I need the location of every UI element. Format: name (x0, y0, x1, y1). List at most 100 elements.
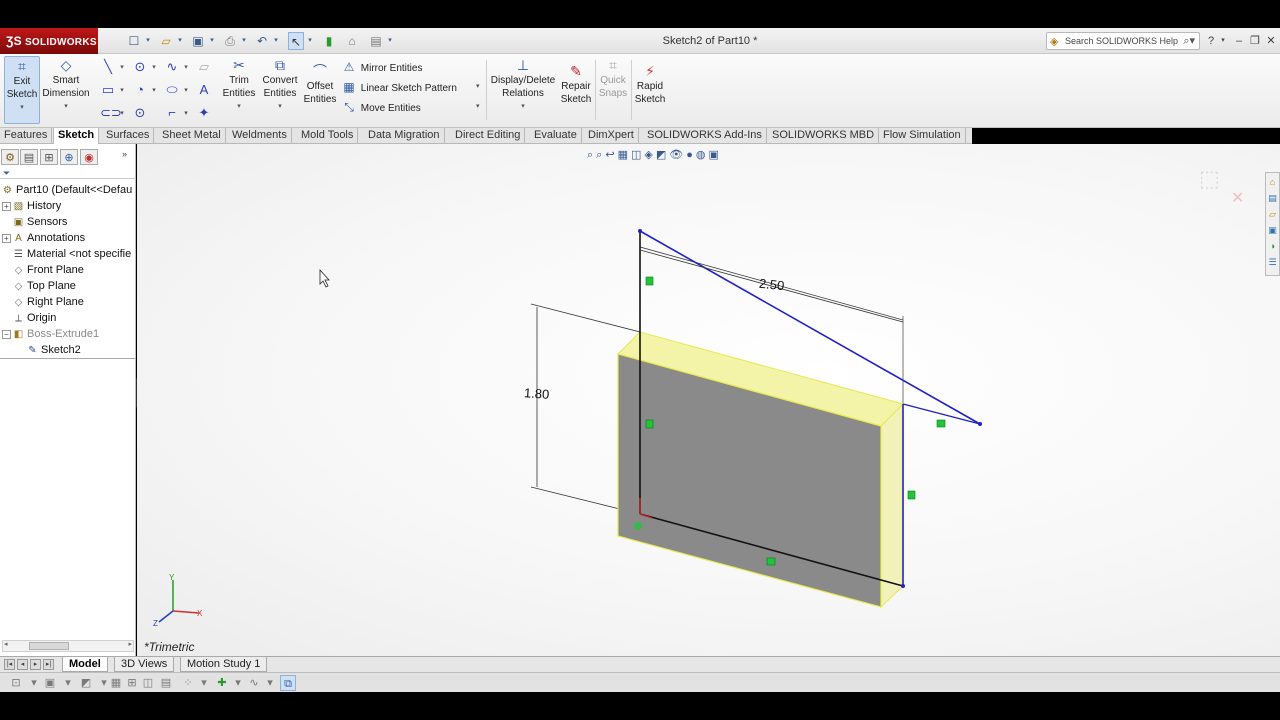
restore-icon[interactable]: ❐ (1248, 32, 1262, 50)
move-dropdown-icon[interactable]: ▾ (476, 97, 480, 117)
save-icon[interactable]: ▣ (190, 32, 206, 50)
design-library-icon[interactable]: ▤ (1267, 192, 1278, 205)
trim-dropdown-icon[interactable]: ▾ (222, 100, 256, 113)
sketch-tools-icon[interactable]: ∿ (246, 675, 262, 691)
view-palette-icon[interactable]: ▣ (1267, 224, 1278, 237)
dimension-label-height[interactable]: 1.80 (524, 385, 550, 402)
grid-dropdown-icon[interactable]: ▾ (196, 675, 212, 691)
filter-toggle-icon[interactable]: ▾ (26, 675, 42, 691)
new-dropdown-icon[interactable]: ▾ (144, 32, 152, 50)
move-entities-button[interactable]: ⤡ Move Entities ▾ (340, 97, 486, 117)
close-icon[interactable]: ✕ (1264, 32, 1278, 50)
solidworks-resources-icon[interactable]: ⌂ (1267, 176, 1278, 189)
tab-3d-views[interactable]: 3D Views (114, 657, 175, 672)
scroll-right-icon[interactable]: ▸ (128, 640, 132, 648)
tab-solidworks-add-ins[interactable]: SOLIDWORKS Add-Ins (643, 128, 767, 144)
scroll-left-icon[interactable]: ◂ (4, 640, 8, 648)
tree-item-history[interactable]: + ▧ History (2, 198, 61, 214)
filter-vertices-icon[interactable]: ⊞ (124, 675, 140, 691)
tab-weldments[interactable]: Weldments (228, 128, 292, 144)
offset-entities-button[interactable]: ⌒ Offset Entities (302, 62, 338, 130)
filter-planes-icon[interactable]: ◫ (140, 675, 156, 691)
display-delete-relations-button[interactable]: ⊥ Display/Delete Relations ▾ (490, 56, 556, 124)
sketch-endpoint[interactable] (978, 422, 982, 426)
file-properties-icon[interactable]: ⌂ (344, 32, 360, 50)
tab-evaluate[interactable]: Evaluate (530, 128, 582, 144)
rectangle-dropdown-icon[interactable]: ▾ (118, 86, 126, 94)
tab-sketch[interactable]: Sketch (53, 128, 100, 144)
tab-mold-tools[interactable]: Mold Tools (297, 128, 359, 144)
next-tab-icon[interactable]: ▸ (30, 659, 41, 670)
tree-item-material[interactable]: ☰ Material <not specifie (12, 246, 131, 262)
tree-item-boss-extrude1[interactable]: − ◧ Boss-Extrude1 (2, 326, 99, 342)
last-tab-icon[interactable]: ▸| (43, 659, 54, 670)
undo-dropdown-icon[interactable]: ▾ (272, 32, 280, 50)
open-document-icon[interactable]: ▱ (158, 32, 174, 50)
linear-sketch-pattern-button[interactable]: ▦ Linear Sketch Pattern ▾ (340, 77, 486, 97)
relations-filter-icon[interactable]: ✚ (214, 675, 230, 691)
filter-sketch-icon[interactable]: ▤ (158, 675, 174, 691)
relations-dropdown-icon[interactable]: ▾ (230, 675, 246, 691)
exit-sketch-dropdown-icon[interactable]: ▾ (5, 101, 39, 114)
tree-root-part[interactable]: ⚙ Part10 (Default<<Defau (1, 182, 132, 198)
configuration-manager-tab-icon[interactable]: ⊞ (40, 149, 58, 165)
vertical-relation-icon[interactable] (645, 419, 654, 429)
options-dropdown-icon[interactable]: ▾ (386, 32, 394, 50)
select-icon[interactable]: ↖ (288, 32, 304, 50)
polygon-dropdown-icon[interactable]: ▾ (182, 86, 190, 94)
sketch-tools-dropdown-icon[interactable]: ▾ (262, 675, 278, 691)
search-help-input[interactable]: ◈ Search SOLIDWORKS Help ⌕▾ (1046, 32, 1200, 50)
previous-tab-icon[interactable]: ◂ (17, 659, 28, 670)
text-tool-icon[interactable]: A (196, 80, 212, 100)
clear-filters-icon[interactable]: ▣ (42, 675, 58, 691)
search-icon[interactable]: ⌕▾ (1183, 33, 1195, 49)
quick-snaps-button[interactable]: ⌗ Quick Snaps (597, 56, 629, 124)
tab-data-migration[interactable]: Data Migration (364, 128, 445, 144)
vertical-relation-icon[interactable] (645, 276, 654, 286)
quick-snaps-toggle-icon[interactable]: ⧉ (280, 675, 296, 691)
repair-sketch-button[interactable]: ✎ Repair Sketch (560, 62, 592, 130)
minimize-icon[interactable]: – (1232, 32, 1246, 50)
solidworks-logo[interactable]: ƷS SOLIDWORKS (0, 28, 98, 54)
vertical-relation-icon[interactable] (907, 490, 916, 500)
tab-surfaces[interactable]: Surfaces (102, 128, 155, 144)
sketch-endpoint[interactable] (901, 584, 905, 588)
print-dropdown-icon[interactable]: ▾ (240, 32, 248, 50)
tab-motion-study-1[interactable]: Motion Study 1 (180, 657, 268, 672)
model-viewport[interactable]: Y X Z (137, 144, 1280, 656)
horizontal-scrollbar[interactable]: ◂ ▸ (2, 640, 134, 652)
rebuild-icon[interactable]: ▮ (322, 32, 336, 50)
arc-tool-icon[interactable]: ◔ (132, 80, 148, 100)
new-document-icon[interactable]: ☐ (126, 32, 142, 50)
circle-dropdown-icon[interactable]: ▾ (150, 63, 158, 71)
sketch-endpoint[interactable] (638, 229, 642, 233)
collapse-icon[interactable]: − (2, 329, 11, 339)
tree-item-front-plane[interactable]: ◇ Front Plane (12, 262, 84, 278)
graphics-area[interactable]: ⌕⌕↩▦◫◈◩👁●◍▣ ⧉ ⊞ – ❐ ✕ ⬚ ✕ (137, 144, 1280, 656)
rectangle-tool-icon[interactable]: ▭ (100, 80, 116, 100)
first-tab-icon[interactable]: |◂ (4, 659, 15, 670)
line-tool-icon[interactable]: ╲ (100, 57, 116, 77)
fillet-dropdown-icon[interactable]: ▾ (182, 109, 190, 117)
feature-manager-tab-icon[interactable]: ⚙ (1, 149, 19, 165)
horizontal-relation-icon[interactable] (936, 419, 946, 428)
circle-tool-icon[interactable]: ⊙ (132, 57, 148, 77)
tab-sheet-metal[interactable]: Sheet Metal (158, 128, 226, 144)
filter-dropdown-icon[interactable]: ▾ (60, 675, 76, 691)
filter-faces-icon[interactable]: ▦ (108, 675, 124, 691)
box-side-face[interactable] (880, 402, 904, 609)
tab-solidworks-mbd[interactable]: SOLIDWORKS MBD (768, 128, 880, 144)
fillet-tool-icon[interactable]: ⌐ (164, 103, 180, 123)
filter-edges-icon[interactable]: ◩ (78, 675, 94, 691)
tree-item-annotations[interactable]: + A Annotations (2, 230, 85, 246)
open-dropdown-icon[interactable]: ▾ (176, 32, 184, 50)
select-filter-icon[interactable]: ⊡ (8, 675, 24, 691)
slot-tool-icon[interactable]: ⊂⊃ (100, 103, 122, 123)
trim-entities-button[interactable]: ✂ Trim Entities ▾ (222, 56, 256, 124)
tree-item-sensors[interactable]: ▣ Sensors (12, 214, 68, 230)
tab-direct-editing[interactable]: Direct Editing (451, 128, 526, 144)
linear-pattern-dropdown-icon[interactable]: ▾ (476, 77, 480, 97)
custom-properties-icon[interactable]: ☰ (1267, 256, 1278, 269)
print-icon[interactable]: ⎙ (222, 32, 238, 50)
dimension-label-length[interactable]: 2.50 (758, 276, 785, 294)
